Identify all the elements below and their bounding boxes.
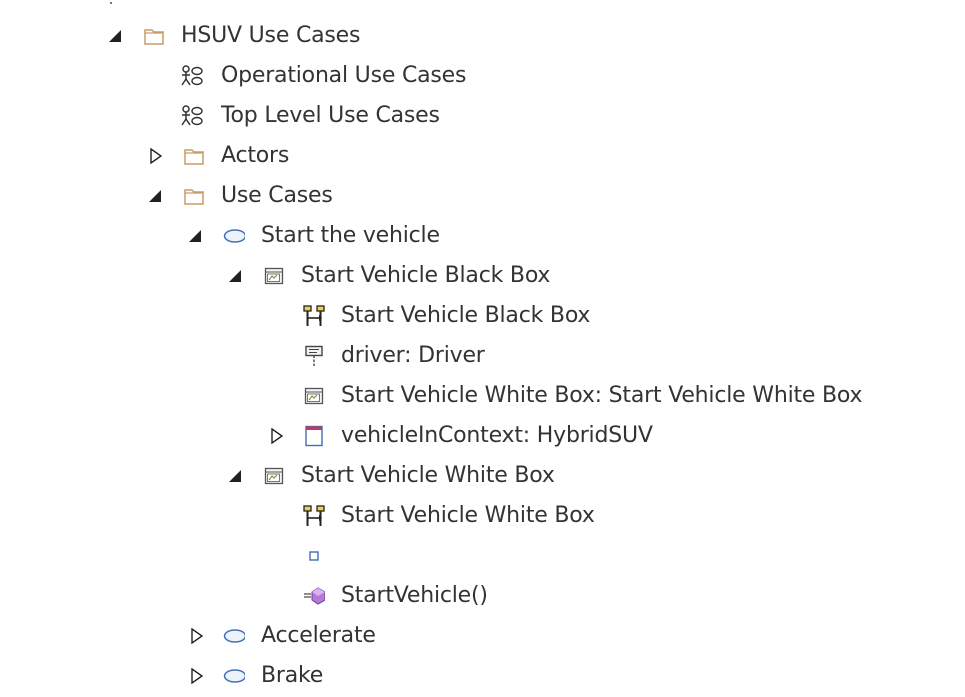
tree-node-driver[interactable]: driver: Driver [0, 336, 965, 376]
tree-node-use-cases[interactable]: Use Cases [0, 176, 965, 216]
folder-icon [183, 185, 205, 207]
use-case-icon [223, 225, 245, 247]
tree-node-white-box-diagram[interactable]: Start Vehicle White Box [0, 496, 965, 536]
use-case-diagram-icon [181, 65, 203, 87]
tree-node-black-box-diagram[interactable]: Start Vehicle Black Box [0, 296, 965, 336]
operation-icon [303, 585, 325, 607]
tree-node-label: Top Level Use Cases [221, 103, 440, 128]
tree-node-label: Accelerate [261, 623, 376, 648]
tree-node-accelerate[interactable]: Accelerate [0, 616, 965, 656]
use-case-icon [223, 625, 245, 647]
collapse-arrow-icon[interactable] [188, 227, 202, 245]
use-case-diagram-icon [181, 105, 203, 127]
tree-node-label: Use Cases [221, 183, 333, 208]
tree-node-label: Start Vehicle White Box [301, 463, 555, 488]
tree-node-label: Start Vehicle Black Box [301, 263, 551, 288]
tree-node-start-vehicle-white-box[interactable]: Start Vehicle White Box [0, 456, 965, 496]
tree-node-label: Start Vehicle Black Box [341, 303, 591, 328]
tree-node-label: Actors [221, 143, 290, 168]
expand-arrow-icon[interactable] [149, 147, 163, 165]
interaction-icon [303, 385, 325, 407]
tree-node-label: Start Vehicle White Box [341, 503, 595, 528]
tree-node-hsuv-use-cases[interactable]: HSUV Use Cases [0, 16, 965, 56]
folder-icon [143, 25, 165, 47]
tree-node-top-level-use-cases[interactable]: Top Level Use Cases [0, 96, 965, 136]
tree-node-label: StartVehicle() [341, 583, 488, 608]
folder-icon [183, 145, 205, 167]
small-square-icon [303, 545, 325, 567]
interaction-icon [263, 465, 285, 487]
project-browser-tree: HSUV Use Cases Operational Use Cases Top… [0, 0, 965, 697]
sequence-diagram-icon [303, 305, 325, 327]
tree-node-label: Start the vehicle [261, 223, 440, 248]
collapse-arrow-icon[interactable] [108, 27, 122, 45]
tree-node-white-box-reference[interactable]: Start Vehicle White Box: Start Vehicle W… [0, 376, 965, 416]
tree-node-label: Brake [261, 663, 324, 688]
tree-node-label: driver: Driver [341, 343, 485, 368]
tree-node-start-vehicle-black-box[interactable]: Start Vehicle Black Box [0, 256, 965, 296]
tree-node-vehicle-in-context[interactable]: vehicleInContext: HybridSUV [0, 416, 965, 456]
tree-node-label: Operational Use Cases [221, 63, 467, 88]
collapse-arrow-icon[interactable] [228, 467, 242, 485]
scroll-mark [110, 2, 112, 4]
tree-node-brake[interactable]: Brake [0, 656, 965, 696]
tree-node-actors[interactable]: Actors [0, 136, 965, 176]
expand-arrow-icon[interactable] [190, 667, 204, 685]
lifeline-icon [303, 345, 325, 367]
collapse-arrow-icon[interactable] [228, 267, 242, 285]
tree-node-label: HSUV Use Cases [181, 23, 361, 48]
tree-node-start-vehicle-operation[interactable]: StartVehicle() [0, 576, 965, 616]
expand-arrow-icon[interactable] [190, 627, 204, 645]
interaction-icon [263, 265, 285, 287]
tree-node-label: Start Vehicle White Box: Start Vehicle W… [341, 383, 863, 408]
collapse-arrow-icon[interactable] [148, 187, 162, 205]
tree-node-operational-use-cases[interactable]: Operational Use Cases [0, 56, 965, 96]
tree-node-start-the-vehicle[interactable]: Start the vehicle [0, 216, 965, 256]
tree-node-unnamed-element[interactable] [0, 536, 965, 576]
sequence-diagram-icon [303, 505, 325, 527]
tree-node-label: vehicleInContext: HybridSUV [341, 423, 653, 448]
expand-arrow-icon[interactable] [270, 427, 284, 445]
property-icon [303, 425, 325, 447]
use-case-icon [223, 665, 245, 687]
